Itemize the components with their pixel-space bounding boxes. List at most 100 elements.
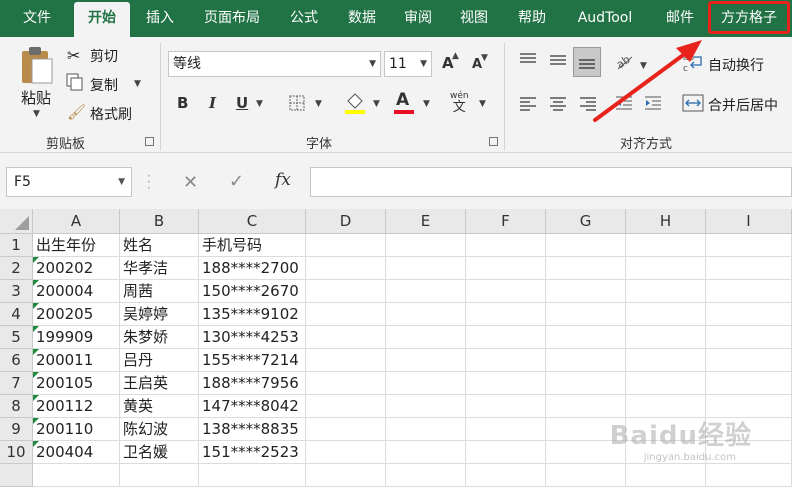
align-left-icon[interactable]	[518, 95, 538, 111]
cell-A[interactable]: 200202	[33, 257, 120, 280]
cell-F[interactable]	[466, 372, 546, 395]
cell-I[interactable]	[706, 234, 792, 257]
chevron-down-icon[interactable]: ▼	[134, 79, 141, 89]
cell-I[interactable]	[706, 464, 792, 487]
cell-A[interactable]: 200404	[33, 441, 120, 464]
cell-B[interactable]: 黄英	[120, 395, 199, 418]
cell-C[interactable]: 151****2523	[199, 441, 306, 464]
cell-A[interactable]: 200004	[33, 280, 120, 303]
cell-C[interactable]: 188****2700	[199, 257, 306, 280]
format-painter-button[interactable]: 格式刷	[90, 104, 132, 124]
column-header-H[interactable]: H	[626, 209, 706, 234]
cell-E[interactable]	[386, 418, 466, 441]
cell-E[interactable]	[386, 303, 466, 326]
cell-G[interactable]	[546, 303, 626, 326]
cell-E[interactable]	[386, 280, 466, 303]
cell-A[interactable]: 200110	[33, 418, 120, 441]
chevron-down-icon[interactable]: ▼	[423, 99, 430, 109]
wrap-text-button[interactable]: 自动换行	[708, 55, 764, 75]
cell-D[interactable]	[306, 372, 386, 395]
cell-B[interactable]: 吴婷婷	[120, 303, 199, 326]
cell-D[interactable]	[306, 464, 386, 487]
cell-C[interactable]: 135****9102	[199, 303, 306, 326]
cell-I[interactable]	[706, 303, 792, 326]
cell-C[interactable]: 138****8835	[199, 418, 306, 441]
cell-D[interactable]	[306, 441, 386, 464]
paste-button[interactable]: 粘贴	[21, 87, 51, 108]
cell-B[interactable]: 华孝洁	[120, 257, 199, 280]
italic-button[interactable]: I	[209, 94, 216, 112]
cell-E[interactable]	[386, 326, 466, 349]
column-header-C[interactable]: C	[199, 209, 306, 234]
tab-5[interactable]: 数据	[334, 0, 390, 37]
row-header[interactable]: 6	[0, 349, 33, 372]
copy-button[interactable]: 复制	[90, 75, 118, 95]
cell-G[interactable]	[546, 372, 626, 395]
font-color-icon[interactable]: A	[396, 90, 409, 110]
cell-G[interactable]	[546, 349, 626, 372]
cell-C[interactable]: 手机号码	[199, 234, 306, 257]
cell-H[interactable]	[626, 372, 706, 395]
tab-3[interactable]: 页面布局	[190, 0, 274, 37]
cell-G[interactable]	[546, 257, 626, 280]
align-top-icon[interactable]	[518, 52, 538, 68]
cell-D[interactable]	[306, 303, 386, 326]
merge-center-button[interactable]: 合并后居中	[708, 95, 778, 115]
row-header[interactable]: 3	[0, 280, 33, 303]
chevron-down-icon[interactable]: ▼	[256, 99, 263, 109]
row-header[interactable]: 1	[0, 234, 33, 257]
cell-D[interactable]	[306, 349, 386, 372]
column-header-E[interactable]: E	[386, 209, 466, 234]
cell-D[interactable]	[306, 326, 386, 349]
enter-icon[interactable]: ✓	[229, 171, 244, 192]
column-header-G[interactable]: G	[546, 209, 626, 234]
cell-F[interactable]	[466, 464, 546, 487]
cell-C[interactable]: 155****7214	[199, 349, 306, 372]
cell-C[interactable]	[199, 464, 306, 487]
cell-F[interactable]	[466, 257, 546, 280]
row-header[interactable]: 7	[0, 372, 33, 395]
cell-C[interactable]: 188****7956	[199, 372, 306, 395]
tab-9[interactable]: AudTool	[559, 0, 651, 37]
cell-D[interactable]	[306, 257, 386, 280]
cell-E[interactable]	[386, 257, 466, 280]
fill-color-icon[interactable]	[344, 91, 366, 115]
cell-I[interactable]	[706, 326, 792, 349]
chevron-down-icon[interactable]: ▼	[640, 61, 647, 71]
cell-F[interactable]	[466, 234, 546, 257]
cell-C[interactable]: 130****4253	[199, 326, 306, 349]
cell-F[interactable]	[466, 395, 546, 418]
cell-A[interactable]: 200205	[33, 303, 120, 326]
cell-H[interactable]	[626, 280, 706, 303]
phonetic-guide-icon[interactable]: wén 文	[450, 90, 469, 114]
cell-E[interactable]	[386, 234, 466, 257]
orientation-icon[interactable]: ab	[614, 51, 636, 72]
paste-icon[interactable]	[20, 45, 54, 85]
underline-button[interactable]: U	[236, 94, 248, 112]
cell-I[interactable]	[706, 257, 792, 280]
cell-E[interactable]	[386, 395, 466, 418]
cell-A[interactable]: 200011	[33, 349, 120, 372]
cell-F[interactable]	[466, 441, 546, 464]
align-middle-icon[interactable]	[548, 52, 568, 68]
tab-10[interactable]: 邮件	[652, 0, 708, 37]
cell-E[interactable]	[386, 372, 466, 395]
increase-indent-icon[interactable]	[643, 95, 663, 111]
row-header[interactable]: 10	[0, 441, 33, 464]
dialog-launcher-icon[interactable]	[145, 137, 154, 146]
cell-C[interactable]: 147****8042	[199, 395, 306, 418]
cell-B[interactable]: 陈幻波	[120, 418, 199, 441]
tab-0[interactable]: 文件	[0, 0, 74, 37]
cell-A[interactable]: 出生年份	[33, 234, 120, 257]
column-header-D[interactable]: D	[306, 209, 386, 234]
chevron-down-icon[interactable]: ▼	[33, 109, 40, 119]
cell-H[interactable]	[626, 257, 706, 280]
row-header[interactable]: 5	[0, 326, 33, 349]
cell-G[interactable]	[546, 326, 626, 349]
row-header[interactable]	[0, 464, 33, 487]
tab-1[interactable]: 开始	[74, 2, 130, 37]
name-box[interactable]: F5 ▼	[6, 167, 132, 197]
font-size-combo[interactable]: 11 ▼	[384, 51, 432, 77]
cell-D[interactable]	[306, 418, 386, 441]
border-icon[interactable]	[289, 95, 305, 111]
